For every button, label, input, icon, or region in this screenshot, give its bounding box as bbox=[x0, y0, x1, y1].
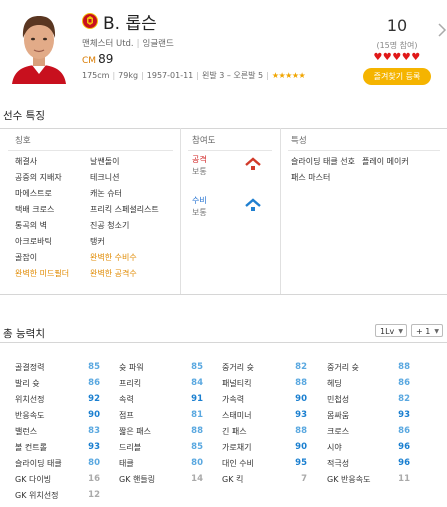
ability-value: 88 bbox=[398, 362, 410, 372]
ability-value: 93 bbox=[295, 410, 307, 420]
ability-label: GK 반응속도 bbox=[327, 475, 371, 484]
ability-value: 80 bbox=[191, 458, 203, 468]
ability-label: GK 킥 bbox=[222, 475, 244, 484]
ability-value: 83 bbox=[88, 426, 100, 436]
ability-value: 14 bbox=[191, 474, 203, 484]
ability-label: 중거리 슛 bbox=[222, 363, 254, 372]
ability-value: 82 bbox=[398, 394, 410, 404]
ability-label: 드리블 bbox=[119, 443, 142, 452]
ability-value: 88 bbox=[295, 426, 307, 436]
ability-value: 85 bbox=[88, 362, 100, 372]
ability-value: 90 bbox=[295, 394, 307, 404]
ability-label: 헤딩 bbox=[327, 379, 342, 388]
ability-label: 크로스 bbox=[327, 427, 350, 436]
ability-value: 16 bbox=[88, 474, 100, 484]
ability-label: 태클 bbox=[119, 459, 134, 468]
ability-label: 프리킥 bbox=[119, 379, 142, 388]
ability-value: 95 bbox=[295, 458, 307, 468]
ability-grid: 골결정력 85 슛 파워 85 중거리 슛 82 중거리 슛 88 발리 슛 86 프리킥 84 패널티… bbox=[0, 0, 447, 507]
ability-value: 7 bbox=[301, 474, 307, 484]
ability-label: 대인 수비 bbox=[222, 459, 254, 468]
ability-label: 긴 패스 bbox=[222, 427, 247, 436]
ability-value: 86 bbox=[398, 426, 410, 436]
ability-value: 86 bbox=[398, 378, 410, 388]
ability-value: 93 bbox=[398, 410, 410, 420]
ability-label: GK 다이빙 bbox=[15, 475, 52, 484]
ability-label: 패널티킥 bbox=[222, 379, 252, 388]
ability-label: 반응속도 bbox=[15, 411, 45, 420]
ability-label: 밸런스 bbox=[15, 427, 38, 436]
ability-value: 84 bbox=[191, 378, 203, 388]
ability-label: 볼 컨트롤 bbox=[15, 443, 47, 452]
ability-label: 슬라이딩 태클 bbox=[15, 459, 62, 468]
ability-value: 11 bbox=[398, 474, 410, 484]
ability-label: 짧은 패스 bbox=[119, 427, 151, 436]
ability-value: 91 bbox=[191, 394, 203, 404]
ability-value: 81 bbox=[191, 410, 203, 420]
ability-value: 88 bbox=[295, 378, 307, 388]
ability-value: 90 bbox=[295, 442, 307, 452]
ability-label: GK 핸들링 bbox=[119, 475, 156, 484]
ability-label: 민첩성 bbox=[327, 395, 350, 404]
ability-label: 슛 파워 bbox=[119, 363, 144, 372]
ability-label: 점프 bbox=[119, 411, 134, 420]
ability-value: 82 bbox=[295, 362, 307, 372]
ability-value: 12 bbox=[88, 490, 100, 500]
ability-label: 발리 슛 bbox=[15, 379, 40, 388]
ability-label: 가속력 bbox=[222, 395, 245, 404]
ability-label: 위치선정 bbox=[15, 395, 45, 404]
ability-label: 가로채기 bbox=[222, 443, 252, 452]
ability-label: GK 위치선정 bbox=[15, 491, 59, 500]
ability-value: 80 bbox=[88, 458, 100, 468]
ability-value: 93 bbox=[88, 442, 100, 452]
ability-value: 88 bbox=[191, 426, 203, 436]
ability-label: 적극성 bbox=[327, 459, 350, 468]
ability-label: 시야 bbox=[327, 443, 342, 452]
ability-value: 96 bbox=[398, 442, 410, 452]
ability-value: 85 bbox=[191, 362, 203, 372]
ability-value: 85 bbox=[191, 442, 203, 452]
ability-value: 86 bbox=[88, 378, 100, 388]
ability-label: 스태미너 bbox=[222, 411, 252, 420]
ability-label: 중거리 슛 bbox=[327, 363, 359, 372]
ability-label: 골결정력 bbox=[15, 363, 45, 372]
ability-value: 92 bbox=[88, 394, 100, 404]
ability-value: 90 bbox=[88, 410, 100, 420]
ability-label: 몸싸움 bbox=[327, 411, 350, 420]
ability-value: 96 bbox=[398, 458, 410, 468]
ability-label: 속력 bbox=[119, 395, 134, 404]
